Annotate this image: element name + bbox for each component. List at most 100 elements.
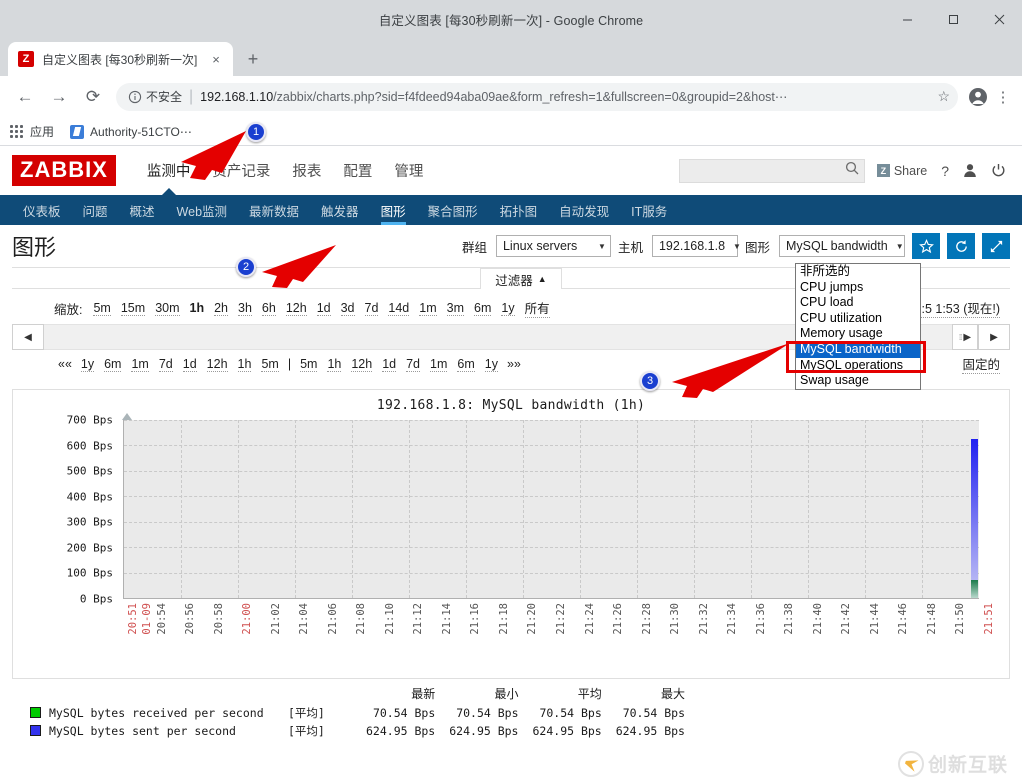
zoom-30m[interactable]: 30m <box>155 301 180 316</box>
zoom-all[interactable]: 所有 <box>524 298 550 318</box>
shift-first[interactable]: «« <box>58 357 72 371</box>
nav-inventory[interactable]: 资产记录 <box>201 146 281 195</box>
search-input[interactable] <box>685 162 845 179</box>
shift-right-1m[interactable]: 1m <box>430 357 448 372</box>
shift-left-6m[interactable]: 6m <box>104 357 122 372</box>
graph-option-2[interactable]: CPU load <box>796 295 920 311</box>
refresh-button[interactable] <box>947 233 975 259</box>
shift-right-5m[interactable]: 5m <box>300 357 318 372</box>
shift-last[interactable]: »» <box>507 357 521 371</box>
user-icon[interactable] <box>963 163 977 178</box>
graph-option-1[interactable]: CPU jumps <box>796 280 920 296</box>
power-icon[interactable] <box>991 163 1006 178</box>
zoom-1m[interactable]: 1m <box>419 301 437 316</box>
bookmark-authority[interactable]: Authority-51CTO⋯ <box>70 124 192 139</box>
help-button[interactable]: ? <box>941 163 949 179</box>
maximize-icon[interactable] <box>930 0 976 38</box>
share-button[interactable]: Z Share <box>876 163 928 178</box>
graph-option-4[interactable]: Memory usage <box>796 326 920 342</box>
zoom-7d[interactable]: 7d <box>364 301 379 316</box>
slider-right-button[interactable]: ▶ <box>978 324 1010 350</box>
subnav-maps[interactable]: 拓扑图 <box>489 195 549 225</box>
bookmark-apps[interactable]: 应用 <box>10 123 54 140</box>
tab-close-icon[interactable]: × <box>207 50 225 68</box>
browser-menu-icon[interactable]: ⋮ <box>992 83 1014 111</box>
global-search-box[interactable] <box>678 158 865 183</box>
nav-administration[interactable]: 管理 <box>383 146 434 195</box>
subnav-it-services[interactable]: IT服务 <box>620 195 678 225</box>
legend-header-min: 最小 <box>494 687 519 701</box>
search-icon[interactable] <box>845 161 859 180</box>
reload-icon[interactable]: ⟳ <box>76 80 110 114</box>
subnav-discovery[interactable]: 自动发现 <box>548 195 620 225</box>
address-url: 192.168.1.10/zabbix/charts.php?sid=f4fde… <box>200 89 931 104</box>
info-circle-icon[interactable] <box>128 90 142 104</box>
zoom-6m[interactable]: 6m <box>474 301 492 316</box>
browser-tab[interactable]: Z 自定义图表 [每30秒刷新一次] × <box>8 42 233 76</box>
close-icon[interactable] <box>976 0 1022 38</box>
shift-right-7d[interactable]: 7d <box>406 357 421 372</box>
subnav-overview[interactable]: 概述 <box>119 195 166 225</box>
shift-left-1y[interactable]: 1y <box>80 357 95 372</box>
x-tick-label: 21:51 <box>983 603 995 635</box>
zoom-3m[interactable]: 3m <box>446 301 465 316</box>
back-icon[interactable]: ← <box>8 80 42 114</box>
filter-tab-label: 过滤器 <box>495 273 533 288</box>
bookmark-star-icon[interactable]: ☆ <box>937 88 950 105</box>
filter-tab[interactable]: 过滤器 ▲ <box>480 268 562 289</box>
shift-left-5m[interactable]: 5m <box>261 357 279 372</box>
zoom-1h[interactable]: 1h <box>190 301 205 315</box>
y-axis-labels: 0 Bps 100 Bps 200 Bps 300 Bps 400 Bps 500 Bps… <box>13 414 121 606</box>
nav-monitoring[interactable]: 监测中 <box>136 146 202 195</box>
shift-left-1d[interactable]: 1d <box>182 357 197 372</box>
zoom-5m[interactable]: 5m <box>93 301 111 316</box>
shift-left-12h[interactable]: 12h <box>206 357 228 372</box>
subnav-dashboard[interactable]: 仪表板 <box>12 195 72 225</box>
host-select[interactable]: 192.168.1.8 ▼ <box>651 235 741 257</box>
zoom-1y[interactable]: 1y <box>501 301 515 316</box>
shift-left-1m[interactable]: 1m <box>131 357 149 372</box>
subnav-latest-data[interactable]: 最新数据 <box>238 195 310 225</box>
shift-right-1h[interactable]: 1h <box>327 357 342 372</box>
account-icon[interactable] <box>964 83 992 111</box>
shift-right-12h[interactable]: 12h <box>351 357 373 372</box>
graph-option-7[interactable]: Swap usage <box>796 373 920 389</box>
zoom-3d[interactable]: 3d <box>340 301 355 316</box>
graph-option-3[interactable]: CPU utilization <box>796 311 920 327</box>
forward-icon[interactable]: → <box>42 80 76 114</box>
plot-area[interactable] <box>123 420 979 599</box>
omnibox[interactable]: 不安全 | 192.168.1.10/zabbix/charts.php?sid… <box>116 82 958 111</box>
shift-right-6m[interactable]: 6m <box>457 357 475 372</box>
new-tab-button[interactable]: + <box>239 45 267 73</box>
slider-left-button[interactable]: ◀ <box>12 324 44 350</box>
zoom-12h[interactable]: 12h <box>285 301 307 316</box>
slider-grip[interactable]: ⁞⁞ ▶ <box>952 324 978 350</box>
zoom-2h[interactable]: 2h <box>214 301 229 316</box>
subnav-triggers[interactable]: 触发器 <box>310 195 370 225</box>
shift-left-7d[interactable]: 7d <box>158 357 173 372</box>
subnav-screens[interactable]: 聚合图形 <box>417 195 489 225</box>
group-select[interactable]: Linux servers ▼ <box>495 235 611 257</box>
graph-select[interactable]: MySQL bandwidth ▼ <box>779 235 905 257</box>
shift-right-1y[interactable]: 1y <box>484 357 498 372</box>
graph-option-0[interactable]: 非所选的 <box>796 264 920 280</box>
nav-reports[interactable]: 报表 <box>281 146 332 195</box>
zoom-1d[interactable]: 1d <box>316 301 331 316</box>
minimize-icon[interactable] <box>884 0 930 38</box>
subnav-web[interactable]: Web监测 <box>166 195 238 225</box>
share-label: Share <box>893 163 928 178</box>
zoom-14d[interactable]: 14d <box>388 301 410 316</box>
fullscreen-button[interactable] <box>982 233 1010 259</box>
zabbix-logo[interactable]: ZABBIX <box>12 155 116 186</box>
zoom-15m[interactable]: 15m <box>120 301 146 316</box>
favorite-button[interactable] <box>912 233 940 259</box>
zoom-6h[interactable]: 6h <box>261 301 276 316</box>
shift-right-1d[interactable]: 1d <box>382 357 397 372</box>
zoom-3h[interactable]: 3h <box>238 301 252 316</box>
fixed-period-toggle[interactable]: 固定的 <box>962 354 1000 374</box>
page-header: 图形 群组 Linux servers ▼ 主机 192.168.1.8 ▼ 图… <box>0 225 1022 267</box>
subnav-graphs[interactable]: 图形 <box>370 195 417 225</box>
nav-configuration[interactable]: 配置 <box>332 146 383 195</box>
subnav-problems[interactable]: 问题 <box>72 195 119 225</box>
shift-left-1h[interactable]: 1h <box>237 357 252 372</box>
